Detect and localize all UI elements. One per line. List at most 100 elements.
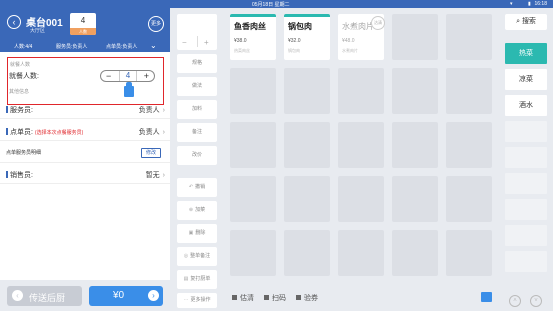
print-icon: ▤: [183, 276, 189, 282]
status-date: 05月18日 星期二: [252, 2, 290, 8]
guest-count-label: 人数: [70, 28, 96, 35]
empty-dish-slot: [392, 14, 438, 60]
other-info-label: 其他信息: [9, 89, 30, 95]
undo-icon: ↶: [188, 184, 194, 190]
spec-button[interactable]: 规格: [177, 54, 217, 73]
empty-dish-slot: [392, 176, 438, 222]
search-button[interactable]: ⌕ 搜索: [505, 14, 547, 30]
diners-stepper: − 4 +: [100, 70, 155, 82]
change-price-button[interactable]: 改价: [177, 146, 217, 165]
more-icon: ⋯: [183, 297, 189, 303]
modify-button[interactable]: 修改: [141, 148, 161, 158]
table-header: ‹ 桌台001 大厅区 4 人数 更多 人数:4/4 服务员:负责人 点单员:负…: [0, 8, 170, 52]
back-button[interactable]: ‹: [7, 15, 21, 29]
orderer-value: 负责人: [138, 129, 160, 136]
empty-dish-slot: [338, 122, 384, 168]
empty-dish-slot: [446, 68, 492, 114]
page-up-button[interactable]: ˄: [509, 295, 521, 307]
scan-button[interactable]: 扫码: [264, 293, 286, 303]
decrement-button[interactable]: −: [106, 71, 111, 81]
diners-value[interactable]: 4: [119, 71, 137, 81]
dish-price: ¥32.0: [288, 38, 301, 44]
waiter-row[interactable]: 服务员: 负责人 ›: [6, 105, 165, 115]
sold-out-icon: [232, 295, 237, 300]
category-empty: [505, 225, 547, 246]
checkout-button[interactable]: ¥0 ›: [89, 286, 163, 306]
coupon-button[interactable]: 验券: [296, 293, 318, 303]
guest-count-box[interactable]: 4 人数: [70, 13, 96, 35]
chevron-up-icon: ˄: [513, 298, 517, 304]
scan-icon: [264, 295, 269, 300]
category-cold-dishes[interactable]: 凉菜: [505, 69, 547, 90]
wifi-icon: ▾: [510, 1, 513, 7]
empty-dish-slot: [446, 230, 492, 276]
orderer-label: 点单员:: [10, 129, 33, 136]
category-empty: [505, 199, 547, 220]
send-to-kitchen-button[interactable]: ‹ 传送后厨: [7, 286, 82, 306]
category-empty: [505, 147, 547, 168]
page-down-button[interactable]: ˅: [530, 295, 542, 307]
method-button[interactable]: 做法: [177, 77, 217, 96]
chevron-right-icon: ›: [162, 172, 165, 179]
cursor-pin-icon: [124, 82, 134, 97]
empty-dish-slot: [338, 68, 384, 114]
dish-card[interactable]: 鱼香肉丝 ¥38.0 热菜肉丝: [230, 14, 276, 60]
dish-price: ¥38.0: [234, 38, 247, 44]
sales-row[interactable]: 销售员: 暂无 ›: [6, 170, 165, 180]
sold-out-button[interactable]: 估清: [232, 293, 254, 303]
empty-dish-slot: [284, 230, 330, 276]
empty-dish-slot: [392, 68, 438, 114]
waiter-info: 服务员:负责人: [56, 44, 88, 50]
empty-dish-slot: [392, 122, 438, 168]
empty-dish-slot: [284, 176, 330, 222]
dish-card[interactable]: 水煮肉片 ¥48.0 水煮肉片 沽清: [338, 14, 385, 60]
add-dish-button[interactable]: ⊕ 加菜: [177, 201, 217, 220]
category-drinks[interactable]: 酒水: [505, 95, 547, 116]
dish-name: 锅包肉: [288, 22, 312, 31]
diners-label: 就餐人数:: [9, 73, 39, 80]
empty-dish-slot: [230, 68, 276, 114]
dish-category: 锅包肉: [288, 48, 300, 53]
chevron-left-icon: ‹: [12, 290, 23, 301]
dish-category: 水煮肉片: [342, 48, 358, 53]
more-button[interactable]: 更多: [148, 16, 164, 32]
quantity-box: − +: [177, 14, 217, 50]
sold-out-badge: 沽清: [371, 16, 385, 30]
category-empty: [505, 251, 547, 272]
addon-button[interactable]: 加料: [177, 100, 217, 119]
battery-icon: ▮: [528, 1, 531, 7]
orderer-row[interactable]: 点单员: (选择本次点餐服务员) 负责人 ›: [6, 127, 165, 137]
remark-button[interactable]: 备注: [177, 123, 217, 142]
page-indicator[interactable]: [481, 292, 492, 302]
send-to-kitchen-label: 传送后厨: [29, 293, 66, 303]
empty-dish-slot: [230, 122, 276, 168]
plus-icon: ⊕: [188, 207, 194, 213]
increment-button[interactable]: +: [144, 71, 149, 81]
undo-button[interactable]: ↶ 撤销: [177, 178, 217, 197]
dish-price: ¥48.0: [342, 38, 355, 44]
quantity-plus-button[interactable]: +: [204, 38, 209, 47]
dish-card[interactable]: 锅包肉 ¥32.0 锅包肉: [284, 14, 330, 60]
empty-dish-slot: [230, 230, 276, 276]
dish-name: 水煮肉片: [342, 22, 374, 31]
empty-dish-slot: [392, 230, 438, 276]
order-remark-button[interactable]: ◎ 整单备注: [177, 247, 217, 266]
status-time: 16:18: [534, 1, 547, 7]
empty-dish-slot: [338, 176, 384, 222]
note-icon: ◎: [183, 253, 189, 259]
more-actions-button[interactable]: ⋯ 更多操作: [177, 293, 217, 308]
empty-dish-slot: [230, 176, 276, 222]
per-order-label: 点单服务员明细: [6, 150, 42, 156]
category-hot-dishes[interactable]: 热菜: [505, 43, 547, 64]
collapse-chevron-icon[interactable]: ⌄: [150, 41, 157, 50]
empty-dish-slot: [284, 122, 330, 168]
trash-icon: ▣: [188, 230, 194, 236]
reprint-button[interactable]: ▤ 复打厨单: [177, 270, 217, 289]
chevron-right-icon: ›: [162, 129, 165, 136]
quantity-minus-button[interactable]: −: [182, 38, 187, 47]
guest-count: 4: [80, 16, 86, 25]
orderer-info: 点单员:负责人: [106, 44, 138, 50]
chevron-right-icon: ›: [148, 290, 159, 301]
waiter-value: 负责人: [138, 107, 160, 114]
delete-button[interactable]: ▣ 删除: [177, 224, 217, 243]
